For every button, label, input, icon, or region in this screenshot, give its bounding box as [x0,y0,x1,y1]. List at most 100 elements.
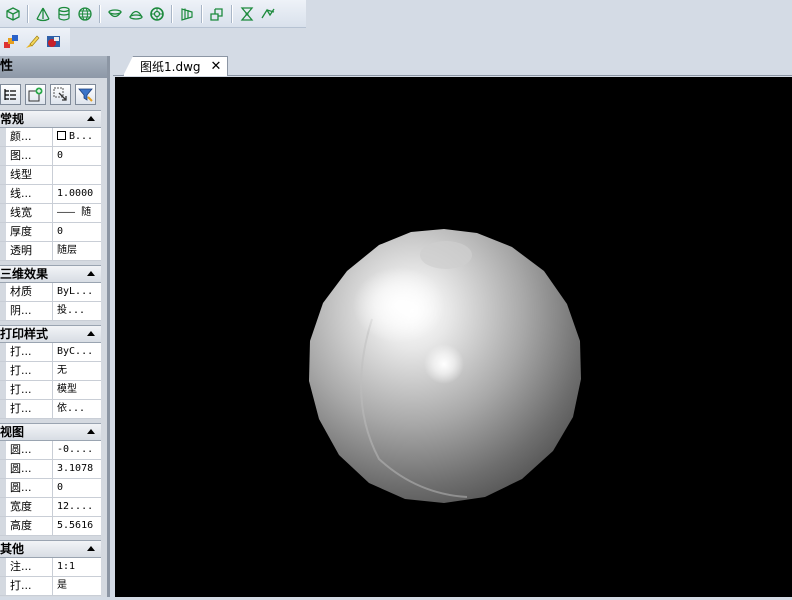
property-row[interactable]: 宽度 12.... [0,498,101,517]
property-row[interactable]: 线型 [0,166,101,185]
interfere-icon[interactable] [236,3,257,25]
property-row[interactable]: 打... 无 [0,362,101,381]
box-icon[interactable] [2,3,23,25]
property-row[interactable]: 厚度 0 [0,223,101,242]
drawing-viewport[interactable] [115,77,792,597]
render-icon[interactable] [42,31,63,53]
collapse-arrow-icon[interactable] [87,271,95,276]
property-value[interactable]: 3.1078 [53,460,101,478]
property-row[interactable]: 圆... 0 [0,479,101,498]
quick-select-icon[interactable] [50,83,71,105]
property-row[interactable]: 打... 是 [0,577,101,596]
property-row[interactable]: 高度 5.5616 [0,517,101,536]
tab-drawing1[interactable]: 图纸1.dwg ✕ [123,56,229,76]
region-icon[interactable] [206,3,227,25]
property-row[interactable]: 打... 依... [0,400,101,419]
mesh-icon[interactable] [176,3,197,25]
property-row[interactable]: 圆... -0.... [0,441,101,460]
properties-panel: 性 常规 颜... B... 图... 0 线型 线... 1.0000 线宽 ——— 随厚度 0 透… [0,56,110,597]
collapse-arrow-icon[interactable] [87,546,95,551]
collapse-arrow-icon[interactable] [87,331,95,336]
property-value[interactable]: 1:1 [53,558,101,576]
property-row[interactable]: 颜... B... [0,128,101,147]
tab-close-icon[interactable]: ✕ [211,59,222,74]
property-row[interactable]: 圆... 3.1078 [0,460,101,479]
property-name: 材质 [6,283,53,301]
tree-icon[interactable] [0,83,21,105]
property-row[interactable]: 注... 1:1 [0,558,101,577]
section-title: 视图 [0,425,25,439]
property-value[interactable]: 12.... [53,498,101,516]
property-name: 打... [6,400,53,418]
property-row[interactable]: 材质 ByL... [0,283,101,302]
property-value[interactable]: 0 [53,147,101,165]
dome-icon[interactable] [125,3,146,25]
property-name: 宽度 [6,498,53,516]
section-title: 三维效果 [0,267,49,281]
section-header[interactable]: 视图 [0,423,101,441]
property-value[interactable]: 无 [53,362,101,380]
property-value[interactable]: 投... [53,302,101,320]
toolbar-separator [99,4,100,23]
property-row[interactable]: 线... 1.0000 [0,185,101,204]
section-title: 其他 [0,542,25,556]
property-name: 打... [6,381,53,399]
property-name: 线... [6,185,53,203]
section-header[interactable]: 打印样式 [0,325,101,343]
toolbar-separator [27,4,28,23]
section-title: 打印样式 [0,327,49,341]
property-name: 打... [6,362,53,380]
property-name: 阴... [6,302,53,320]
property-value[interactable]: 1.0000 [53,185,101,203]
section-header[interactable]: 常规 [0,110,101,128]
toolbar-separator [201,4,202,23]
property-row[interactable]: 线宽 ——— 随 [0,204,101,223]
property-value[interactable]: -0.... [53,441,101,459]
property-row[interactable]: 透明 随层 [0,242,101,261]
dish-icon[interactable] [104,3,125,25]
property-name: 颜... [6,128,53,146]
property-sections: 常规 颜... B... 图... 0 线型 线... 1.0000 线宽 ——— 随厚度 0 透明随… [0,110,107,600]
property-name: 线宽 [6,204,53,222]
section-header[interactable]: 三维效果 [0,265,101,283]
cone-icon[interactable] [32,3,53,25]
property-value[interactable]: ByL... [53,283,101,301]
collapse-arrow-icon[interactable] [87,116,95,121]
layers-icon[interactable] [0,31,21,53]
cylinder-icon[interactable] [53,3,74,25]
filter-icon[interactable] [75,83,96,105]
section-title: 常规 [0,112,25,126]
property-value-text: B... [69,131,94,142]
property-row[interactable]: 打... ByC... [0,343,101,362]
properties-tools [0,78,107,110]
property-value[interactable] [53,166,101,184]
property-row[interactable]: 图... 0 [0,147,101,166]
property-row[interactable]: 阴... 投... [0,302,101,321]
property-value[interactable]: 是 [53,577,101,595]
property-value[interactable]: ByC... [53,343,101,361]
sphere-grid-icon[interactable] [74,3,95,25]
brush-icon[interactable] [21,31,42,53]
property-value[interactable]: 0 [53,479,101,497]
color-swatch-icon [57,131,66,140]
property-value[interactable]: 0 [53,223,101,241]
toolbar-separator [171,4,172,23]
collapse-arrow-icon[interactable] [87,429,95,434]
section-icon[interactable] [257,3,278,25]
torus-icon[interactable] [146,3,167,25]
property-value[interactable]: B... [53,128,101,146]
property-value[interactable]: 模型 [53,381,101,399]
property-name: 圆... [6,479,53,497]
property-name: 圆... [6,441,53,459]
property-value[interactable]: 随层 [53,242,101,260]
select-add-icon[interactable] [25,83,46,105]
property-name: 高度 [6,517,53,535]
property-name: 线型 [6,166,53,184]
property-value[interactable]: ——— 随 [53,204,101,222]
section-header[interactable]: 其他 [0,540,101,558]
property-row[interactable]: 打... 模型 [0,381,101,400]
toolbar-separator [231,4,232,23]
property-value[interactable]: 依... [53,400,101,418]
property-name: 图... [6,147,53,165]
property-value[interactable]: 5.5616 [53,517,101,535]
